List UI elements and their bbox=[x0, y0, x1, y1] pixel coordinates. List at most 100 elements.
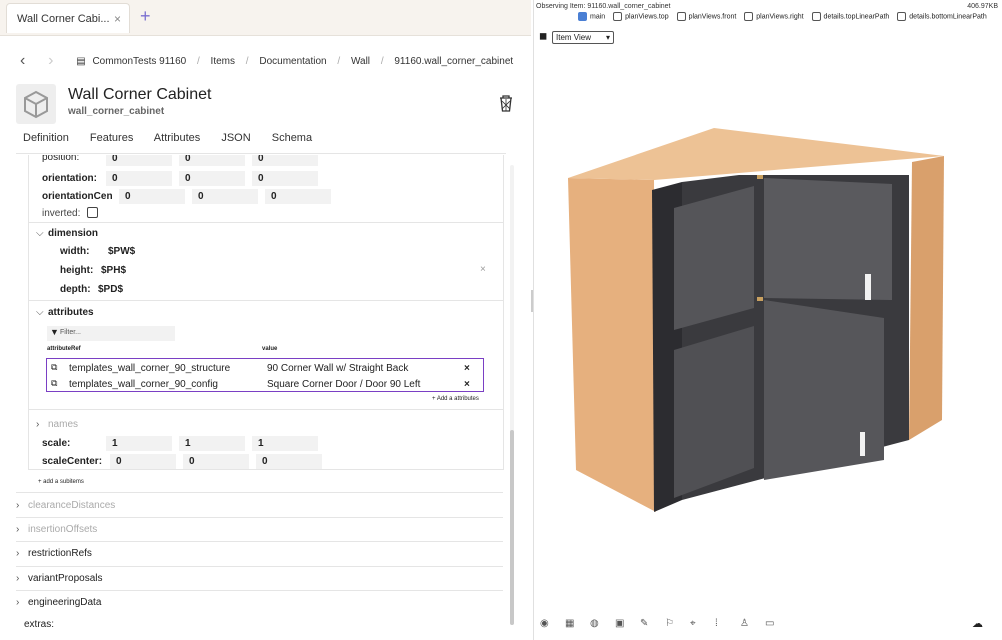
forward-icon[interactable]: › bbox=[48, 52, 53, 70]
new-tab-icon[interactable]: + bbox=[140, 6, 151, 27]
tab-schema[interactable]: Schema bbox=[272, 132, 312, 144]
brush-icon[interactable]: ✎ bbox=[640, 618, 665, 629]
scale-center-z-field[interactable]: 0 bbox=[256, 454, 322, 469]
depth-value[interactable]: $PD$ bbox=[98, 284, 123, 295]
names-section-header[interactable]: › names bbox=[36, 419, 78, 430]
divider bbox=[16, 517, 503, 518]
scale-z-field[interactable]: 1 bbox=[252, 436, 318, 451]
add-subitems-button[interactable]: + add a subitems bbox=[38, 479, 84, 485]
section-engineering-data[interactable]: › engineeringData bbox=[16, 597, 101, 608]
grid-icon[interactable]: ▦ bbox=[565, 618, 590, 629]
cube-icon[interactable]: ▣ bbox=[615, 618, 640, 629]
checkbox-details-top[interactable]: details.topLinearPath bbox=[811, 12, 890, 21]
position-x-field[interactable]: 0 bbox=[106, 155, 172, 166]
checkbox-box[interactable] bbox=[676, 12, 686, 21]
tab-features[interactable]: Features bbox=[90, 132, 133, 144]
breadcrumb-item[interactable]: CommonTests 91160 bbox=[92, 56, 186, 67]
checkbox-box[interactable] bbox=[897, 12, 907, 21]
inverted-checkbox[interactable] bbox=[87, 207, 98, 218]
tab-attributes[interactable]: Attributes bbox=[154, 132, 200, 144]
breadcrumb-item[interactable]: 91160.wall_corner_cabinet bbox=[394, 56, 513, 67]
checkbox-details-bottom[interactable]: details.bottomLinearPath bbox=[897, 12, 987, 21]
orientation-center-z-field[interactable]: 0 bbox=[265, 189, 331, 204]
checkbox-label: details.topLinearPath bbox=[823, 13, 890, 21]
chevron-down-icon: ⌵ bbox=[36, 307, 44, 318]
attributes-table: ⧉ templates_wall_corner_90_structure 90 … bbox=[46, 358, 484, 392]
cabinet-3d-model[interactable] bbox=[564, 120, 954, 520]
checkbox-planviews-top[interactable]: planViews.top bbox=[613, 12, 669, 21]
checkbox-box[interactable] bbox=[811, 12, 821, 21]
field-label: scaleCenter: bbox=[42, 456, 103, 467]
orientation-z-field[interactable]: 0 bbox=[252, 171, 318, 186]
checkbox-box[interactable] bbox=[578, 12, 587, 21]
remove-icon[interactable]: × bbox=[464, 363, 470, 374]
divider bbox=[16, 492, 503, 493]
table-row[interactable]: ⧉ templates_wall_corner_90_config Square… bbox=[51, 378, 483, 392]
section-restriction-refs[interactable]: › restrictionRefs bbox=[16, 548, 92, 559]
width-value[interactable]: $PW$ bbox=[108, 246, 135, 257]
checkbox-box[interactable] bbox=[744, 12, 754, 21]
checkbox-label: planViews.right bbox=[756, 13, 804, 21]
scale-y-field[interactable]: 1 bbox=[179, 436, 245, 451]
person-icon[interactable]: ♙ bbox=[740, 618, 765, 629]
section-insertion-offsets[interactable]: › insertionOffsets bbox=[16, 524, 97, 535]
flag-icon[interactable]: ⚐ bbox=[665, 618, 690, 629]
section-variant-proposals[interactable]: › variantProposals bbox=[16, 573, 102, 584]
remove-icon[interactable]: × bbox=[464, 379, 470, 390]
filter-icon: ▼ bbox=[50, 327, 59, 337]
palette-icon[interactable]: ◉ bbox=[540, 618, 565, 629]
trash-icon[interactable] bbox=[498, 95, 514, 115]
tab-close-icon[interactable]: × bbox=[114, 12, 121, 26]
section-clearance-distances[interactable]: › clearanceDistances bbox=[16, 500, 115, 511]
external-link-icon[interactable]: ⧉ bbox=[51, 362, 57, 373]
close-icon[interactable]: × bbox=[480, 264, 486, 275]
checkbox-main[interactable]: main bbox=[578, 12, 605, 21]
height-value[interactable]: $PH$ bbox=[101, 265, 126, 276]
chevron-right-icon: › bbox=[36, 419, 40, 430]
attributes-section-header[interactable]: ⌵ attributes bbox=[36, 307, 94, 318]
viewer-toolbar: ◉ ▦ ◍ ▣ ✎ ⚐ ⌖ ⁞ ♙ ▭ bbox=[540, 618, 790, 629]
breadcrumb-item[interactable]: Wall bbox=[351, 56, 370, 67]
database-icon: ▤ bbox=[76, 55, 86, 67]
dimension-section-header[interactable]: ⌵ dimension bbox=[36, 228, 98, 239]
crosshair-icon[interactable]: ⌖ bbox=[690, 618, 715, 629]
breadcrumb-item[interactable]: Documentation bbox=[259, 56, 326, 67]
orientation-y-field[interactable]: 0 bbox=[179, 171, 245, 186]
orientation-center-y-field[interactable]: 0 bbox=[192, 189, 258, 204]
table-row[interactable]: ⧉ templates_wall_corner_90_structure 90 … bbox=[51, 362, 483, 376]
checkbox-planviews-right[interactable]: planViews.right bbox=[744, 12, 804, 21]
tab-json[interactable]: JSON bbox=[221, 132, 250, 144]
scrollbar-thumb[interactable] bbox=[510, 430, 514, 625]
add-attributes-button[interactable]: + Add a attributes bbox=[432, 396, 479, 402]
section-title: attributes bbox=[48, 307, 94, 318]
checkbox-planviews-front[interactable]: planViews.front bbox=[676, 12, 736, 21]
position-y-field[interactable]: 0 bbox=[179, 155, 245, 166]
scale-center-y-field[interactable]: 0 bbox=[183, 454, 249, 469]
position-z-field[interactable]: 0 bbox=[252, 155, 318, 166]
attribute-value: Square Corner Door / Door 90 Left bbox=[267, 379, 421, 390]
definition-panel: position: 0 0 0 orientation: 0 0 0 orien… bbox=[28, 155, 504, 470]
cube-icon: ◼ bbox=[539, 31, 548, 42]
breadcrumb-item[interactable]: Items bbox=[211, 56, 235, 67]
orientation-x-field[interactable]: 0 bbox=[106, 171, 172, 186]
checkbox-box[interactable] bbox=[613, 12, 623, 21]
filter-placeholder: Filter... bbox=[60, 329, 82, 336]
section-title: dimension bbox=[48, 228, 99, 239]
dots-icon[interactable]: ⁞ bbox=[715, 618, 740, 629]
divider bbox=[16, 590, 503, 591]
file-size: 406.97KB bbox=[967, 3, 998, 10]
tab-definition[interactable]: Definition bbox=[23, 132, 69, 144]
view-select[interactable]: Item View ▾ bbox=[552, 31, 614, 44]
scale-x-field[interactable]: 1 bbox=[106, 436, 172, 451]
chevron-right-icon: › bbox=[16, 548, 20, 559]
download-cloud-icon[interactable]: ☁ bbox=[972, 617, 983, 630]
picture-icon[interactable]: ▭ bbox=[765, 618, 790, 629]
external-link-icon[interactable]: ⧉ bbox=[51, 378, 57, 389]
scale-center-x-field[interactable]: 0 bbox=[110, 454, 176, 469]
orientation-center-x-field[interactable]: 0 bbox=[119, 189, 185, 204]
chevron-down-icon: ▾ bbox=[605, 33, 610, 42]
filter-input[interactable]: ▼ Filter... bbox=[47, 326, 175, 341]
document-tab[interactable]: Wall Corner Cabi... × bbox=[6, 3, 130, 33]
back-icon[interactable]: ‹ bbox=[20, 52, 25, 70]
compass-icon[interactable]: ◍ bbox=[590, 618, 615, 629]
